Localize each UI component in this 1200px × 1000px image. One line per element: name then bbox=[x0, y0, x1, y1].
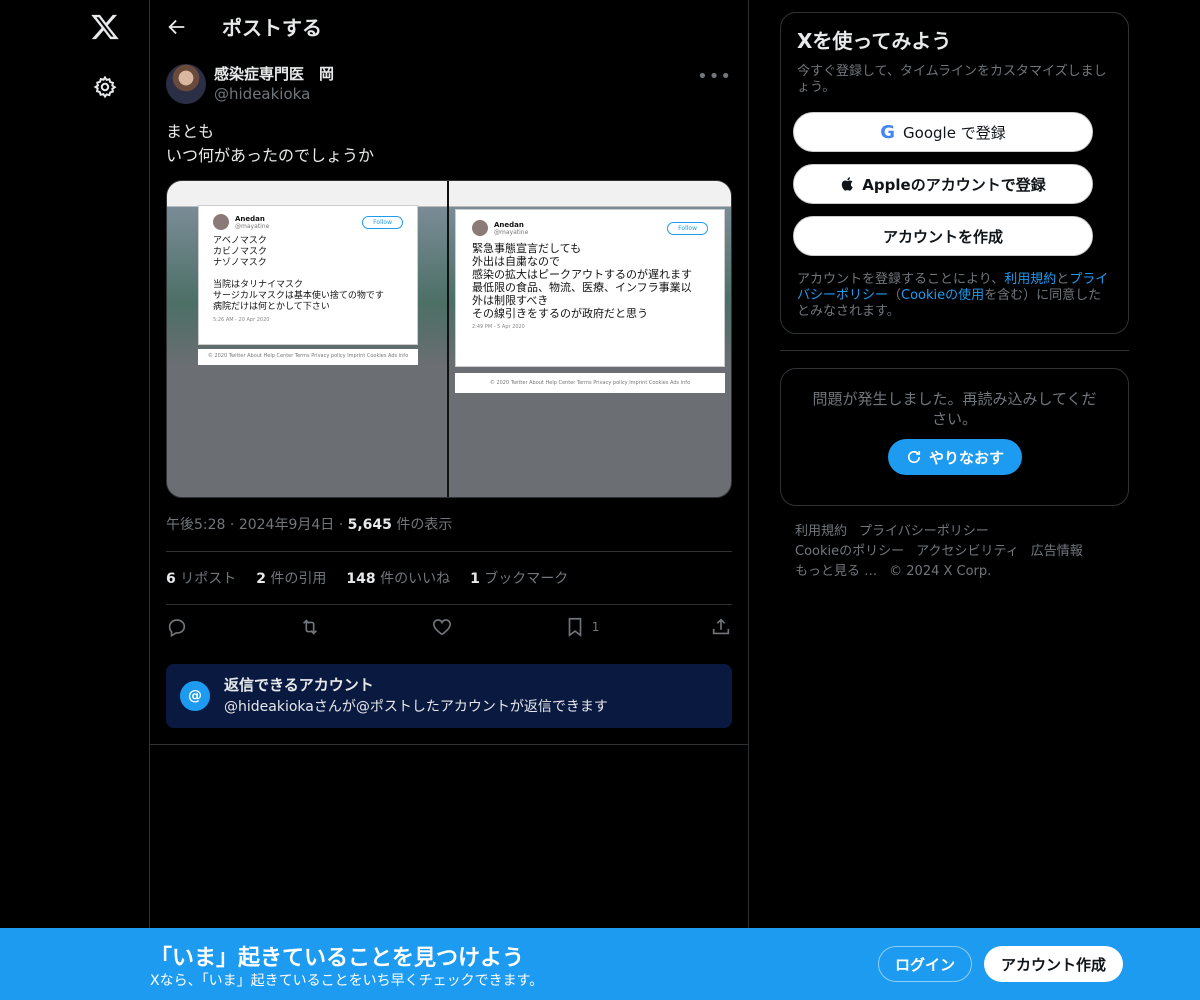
views-count: 5,645 bbox=[347, 517, 392, 533]
embedded-name: Anedan bbox=[235, 214, 265, 223]
signup-button[interactable]: アカウント作成 bbox=[984, 946, 1123, 982]
error-message: 問題が発生しました。再読み込みしてください。 bbox=[812, 390, 1097, 428]
embedded-name: Anedan bbox=[494, 220, 524, 229]
share-icon bbox=[712, 618, 730, 635]
embedded-date: 2:49 PM - 5 Apr 2020 bbox=[472, 324, 525, 330]
error-panel: 問題が発生しました。再読み込みしてください。 やりなおす bbox=[780, 368, 1129, 506]
embedded-tweet-card: Anedan @mayatine Follow 緊急事態宣言だしても 外出は自粛… bbox=[455, 209, 725, 367]
reply-button[interactable] bbox=[166, 616, 188, 638]
tweet-stats: 6 リポスト 2 件の引用 148 件のいいね 1 ブックマーク bbox=[166, 568, 568, 588]
display-name[interactable]: 感染症専門医 岡 bbox=[214, 64, 334, 84]
refresh-icon bbox=[907, 450, 921, 464]
footer-link-accessibility[interactable]: アクセシビリティ bbox=[916, 544, 1019, 559]
signup-subtitle: 今すぐ登録して、タイムラインをカスタマイズしましょう。 bbox=[797, 64, 1107, 95]
footer-link-ads[interactable]: 広告情報 bbox=[1031, 544, 1083, 559]
tweet-author[interactable]: 感染症専門医 岡 @hideakioka bbox=[166, 64, 334, 104]
tweet-actions: 1 bbox=[166, 616, 732, 638]
bottom-bar-subtitle: Xなら、「いま」起きていることをいち早くチェックできます。 bbox=[150, 973, 544, 989]
views-label: 件の表示 bbox=[396, 517, 453, 533]
signup-title: Xを使ってみよう bbox=[797, 29, 952, 53]
bookmarks-stat[interactable]: 1 ブックマーク bbox=[470, 568, 568, 588]
tweet-date[interactable]: 2024年9月4日 bbox=[239, 517, 334, 533]
x-logo-icon[interactable] bbox=[90, 12, 120, 42]
embedded-handle: @mayatine bbox=[235, 222, 270, 230]
main-column: ポストする 感染症専門医 岡 @hideakioka ••• まとも いつ何があ… bbox=[150, 0, 749, 1000]
footer-link-cookie[interactable]: Cookieのポリシー bbox=[795, 544, 904, 559]
apple-signup-label: Appleのアカウントで登録 bbox=[862, 175, 1046, 194]
reply-restriction-notice: @ 返信できるアカウント @hideakiokaさんが@ポストしたアカウントが返… bbox=[166, 664, 732, 728]
divider bbox=[150, 744, 749, 745]
divider bbox=[166, 551, 732, 552]
embedded-avatar bbox=[472, 220, 488, 236]
quotes-stat[interactable]: 2 件の引用 bbox=[256, 568, 326, 588]
apple-icon bbox=[842, 177, 853, 191]
apple-signup-button[interactable]: Appleのアカウントで登録 bbox=[793, 164, 1093, 204]
bookmark-count: 1 bbox=[591, 620, 600, 634]
tweet-timestamp: 午後5:28 · 2024年9月4日 · 5,645 件の表示 bbox=[166, 517, 453, 533]
google-signup-label: Google で登録 bbox=[903, 123, 1006, 142]
retry-button[interactable]: やりなおす bbox=[887, 439, 1022, 475]
terms-link[interactable]: 利用規約 bbox=[1004, 272, 1056, 287]
footer-link-privacy[interactable]: プライバシーポリシー bbox=[859, 524, 989, 539]
left-nav-rail bbox=[0, 0, 150, 1000]
avatar[interactable] bbox=[166, 64, 206, 104]
embedded-avatar bbox=[213, 214, 229, 230]
embedded-follow-button: Follow bbox=[362, 215, 403, 229]
create-account-button[interactable]: アカウントを作成 bbox=[793, 216, 1093, 256]
repost-button[interactable] bbox=[299, 616, 321, 638]
reply-restriction-subtitle: @hideakiokaさんが@ポストしたアカウントが返信できます bbox=[224, 699, 608, 715]
embedded-text: アベノマスク カビノマスク ナゾノマスク 当院はタリナイマスク サージカルマスク… bbox=[213, 236, 384, 312]
bottom-bar-title: 「いま」起きていることを見つけよう bbox=[150, 946, 525, 971]
google-icon: G bbox=[880, 121, 896, 143]
tweet-media[interactable]: Anedan @mayatine Follow アベノマスク カビノマスク ナゾ… bbox=[166, 180, 732, 498]
back-arrow-icon[interactable] bbox=[166, 16, 188, 38]
embedded-footer: © 2020 Twitter About Help Center Terms P… bbox=[455, 373, 725, 393]
footer-link-more[interactable]: もっと見る … bbox=[795, 564, 877, 579]
login-button[interactable]: ログイン bbox=[878, 946, 972, 982]
user-handle[interactable]: @hideakioka bbox=[214, 84, 334, 104]
embedded-handle: @mayatine bbox=[494, 228, 529, 236]
repost-icon bbox=[302, 619, 317, 635]
at-icon: @ bbox=[180, 681, 210, 711]
media-image-left[interactable]: Anedan @mayatine Follow アベノマスク カビノマスク ナゾ… bbox=[167, 181, 449, 497]
page-title: ポストする bbox=[222, 16, 322, 40]
signup-panel: Xを使ってみよう 今すぐ登録して、タイムラインをカスタマイズしましょう。 G G… bbox=[780, 12, 1129, 334]
embedded-tweet-card: Anedan @mayatine Follow アベノマスク カビノマスク ナゾ… bbox=[198, 205, 418, 345]
embedded-footer: © 2020 Twitter About Help Center Terms P… bbox=[198, 349, 418, 365]
divider bbox=[166, 604, 732, 605]
top-bar: ポストする bbox=[150, 0, 748, 53]
copyright: © 2024 X Corp. bbox=[889, 564, 992, 579]
google-signup-button[interactable]: G Google で登録 bbox=[793, 112, 1093, 152]
heart-icon bbox=[433, 619, 452, 636]
footer-link-terms[interactable]: 利用規約 bbox=[795, 524, 847, 539]
embedded-date: 5:26 AM - 20 Apr 2020 bbox=[213, 317, 270, 323]
gear-icon[interactable] bbox=[93, 75, 117, 99]
browser-bar bbox=[167, 181, 447, 207]
divider bbox=[780, 350, 1129, 351]
browser-bar bbox=[449, 181, 731, 207]
media-image-right[interactable]: Anedan @mayatine Follow 緊急事態宣言だしても 外出は自粛… bbox=[449, 181, 731, 497]
signup-legal-text: アカウントを登録することにより、利用規約とプライバシーポリシー（Cookieの使… bbox=[797, 272, 1109, 319]
like-button[interactable] bbox=[431, 616, 453, 638]
footer-links: 利用規約 プライバシーポリシー Cookieのポリシー アクセシビリティ 広告情報 も… bbox=[795, 522, 1115, 582]
likes-stat[interactable]: 148 件のいいね bbox=[346, 568, 450, 588]
bookmark-icon bbox=[568, 617, 582, 637]
share-button[interactable] bbox=[710, 616, 732, 638]
embedded-text: 緊急事態宣言だしても 外出は自粛なので 感染の拡大はピークアウトするのが遅れます… bbox=[472, 242, 692, 320]
tweet-text: まとも いつ何があったのでしょうか bbox=[166, 122, 375, 165]
reply-icon bbox=[168, 619, 186, 638]
more-options-icon[interactable]: ••• bbox=[697, 66, 732, 87]
embedded-follow-button: Follow bbox=[667, 221, 708, 235]
reposts-stat[interactable]: 6 リポスト bbox=[166, 568, 236, 588]
cookie-link[interactable]: Cookieの使用 bbox=[901, 288, 984, 303]
bookmark-button[interactable]: 1 bbox=[564, 616, 600, 638]
tweet-time[interactable]: 午後5:28 bbox=[166, 517, 225, 533]
retry-label: やりなおす bbox=[928, 448, 1004, 467]
reply-restriction-title: 返信できるアカウント bbox=[224, 676, 374, 694]
